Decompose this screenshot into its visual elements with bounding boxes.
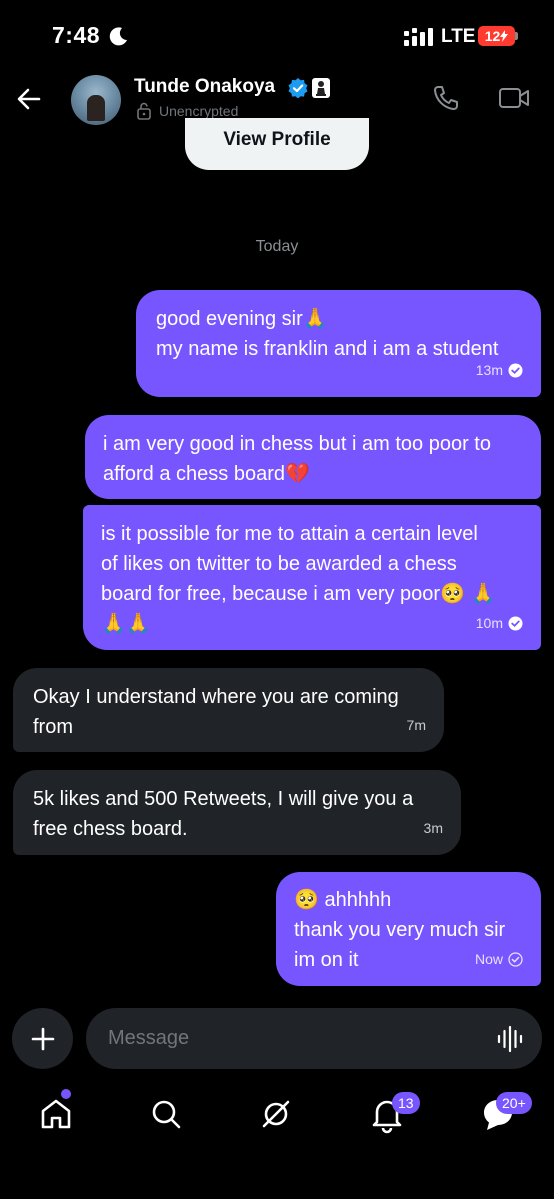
sent-check-icon [508,951,523,967]
message-composer [86,1008,542,1069]
message-text: good evening sir🙏 my name is franklin an… [156,308,499,360]
read-check-icon [508,616,523,630]
chess-pawn-icon [316,81,326,96]
message-meta: Now [475,944,523,974]
signal-icon [404,28,433,46]
message-time: Now [474,951,503,967]
battery-indicator: 12 [478,26,515,46]
charging-icon [500,30,509,42]
message-text: i am very good in chess but i am too poo… [103,433,491,485]
view-profile-button[interactable]: View Profile [185,118,369,170]
home-unread-dot [61,1089,71,1099]
status-bar: 7:48 LTE 12 [0,0,554,70]
avatar[interactable] [71,75,121,125]
view-profile-label: View Profile [223,129,331,150]
add-attachment-button[interactable] [12,1008,73,1069]
phone-call-icon[interactable] [432,84,460,112]
lock-icon [137,102,151,120]
status-time: 7:48 [52,22,101,48]
message-meta: 13m [476,355,523,385]
home-icon[interactable] [36,1094,76,1134]
message-time: 10m [475,615,503,631]
encryption-status: Unencrypted [159,103,239,119]
message-bubble-received[interactable]: Okay I understand where you are coming f… [13,668,444,752]
network-type: LTE [441,26,476,47]
grok-icon[interactable] [256,1094,296,1134]
message-text: Okay I understand where you are coming f… [33,686,399,738]
message-bubble-sent[interactable]: good evening sir🙏 my name is franklin an… [136,290,541,397]
message-meta: 3m [424,813,443,843]
plus-icon [31,1027,54,1050]
contact-name[interactable]: Tunde Onakoya [134,76,275,98]
message-bubble-sent[interactable]: is it possible for me to attain a certai… [83,505,541,650]
voice-message-icon[interactable] [496,1025,524,1053]
message-input[interactable] [108,1008,478,1069]
battery-tip [515,32,518,40]
read-check-icon [508,363,523,377]
messages-badge: 20+ [496,1092,532,1114]
back-arrow-icon[interactable] [15,85,43,113]
search-icon[interactable] [146,1094,186,1134]
verified-badge-icon [288,78,308,98]
bottom-navigation: 13 20+ [0,1080,554,1150]
message-bubble-received[interactable]: 5k likes and 500 Retweets, I will give y… [13,770,461,855]
message-bubble-sent[interactable]: 🥺 ahhhhh thank you very much sir im on i… [276,872,541,986]
date-separator: Today [255,238,299,255]
message-time: 3m [423,820,443,836]
message-time: 13m [475,362,503,378]
affiliate-badge-icon [312,78,330,98]
moon-icon [109,27,127,46]
message-text: is it possible for me to attain a certai… [101,523,496,635]
battery-level: 12 [484,28,501,44]
message-text: 5k likes and 500 Retweets, I will give y… [33,788,414,840]
message-time: 7m [406,717,426,733]
message-meta: 10m [476,608,523,638]
video-call-icon[interactable] [498,85,530,111]
message-meta: 7m [407,710,426,740]
message-bubble-sent[interactable]: i am very good in chess but i am too poo… [85,415,541,499]
notifications-badge: 13 [392,1092,420,1114]
